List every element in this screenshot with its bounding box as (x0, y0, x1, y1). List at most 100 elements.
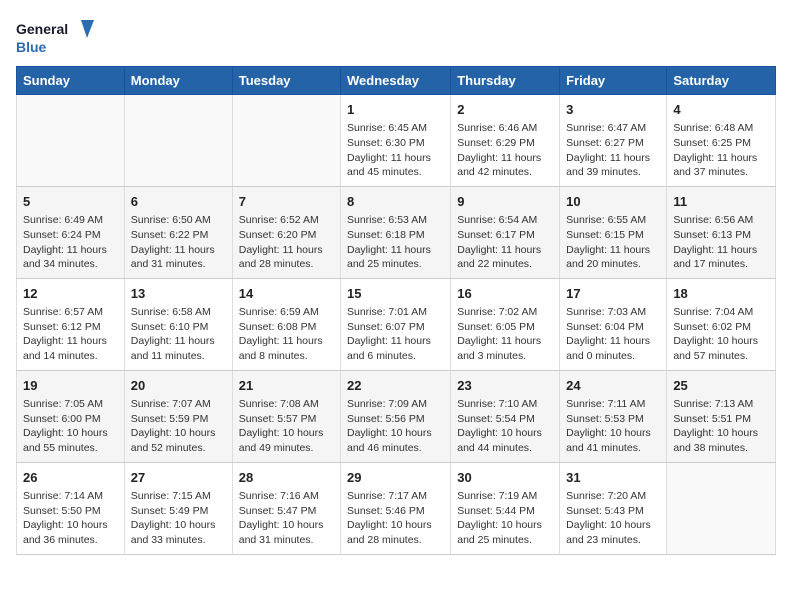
day-cell: 13 Sunrise: 6:58 AM Sunset: 6:10 PM Dayli… (124, 278, 232, 370)
day-cell: 4 Sunrise: 6:48 AM Sunset: 6:25 PM Daylig… (667, 95, 776, 187)
day-info: Sunrise: 6:58 AM Sunset: 6:10 PM Dayligh… (131, 305, 226, 364)
week-row-4: 19 Sunrise: 7:05 AM Sunset: 6:00 PM Dayli… (17, 370, 776, 462)
day-info: Sunrise: 6:52 AM Sunset: 6:20 PM Dayligh… (239, 213, 334, 272)
day-number: 16 (457, 285, 553, 303)
day-number: 12 (23, 285, 118, 303)
day-cell: 11Sunrise: 6:56 AM Sunset: 6:13 PM Dayli… (667, 186, 776, 278)
day-info: Sunrise: 6:53 AM Sunset: 6:18 PM Dayligh… (347, 213, 444, 272)
day-number: 5 (23, 193, 118, 211)
day-number: 14 (239, 285, 334, 303)
day-info: Sunrise: 7:13 AM Sunset: 5:51 PM Dayligh… (673, 397, 769, 456)
day-number: 23 (457, 377, 553, 395)
day-cell: 12 Sunrise: 6:57 AM Sunset: 6:12 PM Dayli… (17, 278, 125, 370)
day-info: Sunrise: 6:55 AM Sunset: 6:15 PM Dayligh… (566, 213, 660, 272)
day-cell: 21 Sunrise: 7:08 AM Sunset: 5:57 PM Dayli… (232, 370, 340, 462)
day-cell: 19 Sunrise: 7:05 AM Sunset: 6:00 PM Dayli… (17, 370, 125, 462)
svg-text:Blue: Blue (16, 39, 47, 55)
day-info: Sunrise: 7:02 AM Sunset: 6:05 PM Dayligh… (457, 305, 553, 364)
day-number: 9 (457, 193, 553, 211)
day-info: Sunrise: 6:49 AM Sunset: 6:24 PM Dayligh… (23, 213, 118, 272)
day-number: 11 (673, 193, 769, 211)
week-row-3: 12 Sunrise: 6:57 AM Sunset: 6:12 PM Dayli… (17, 278, 776, 370)
day-number: 22 (347, 377, 444, 395)
day-info: Sunrise: 7:10 AM Sunset: 5:54 PM Dayligh… (457, 397, 553, 456)
day-cell: 6 Sunrise: 6:50 AM Sunset: 6:22 PM Daylig… (124, 186, 232, 278)
day-info: Sunrise: 6:48 AM Sunset: 6:25 PM Dayligh… (673, 121, 769, 180)
day-cell: 7 Sunrise: 6:52 AM Sunset: 6:20 PM Daylig… (232, 186, 340, 278)
day-number: 13 (131, 285, 226, 303)
day-cell: 16 Sunrise: 7:02 AM Sunset: 6:05 PM Dayli… (451, 278, 560, 370)
day-info: Sunrise: 7:07 AM Sunset: 5:59 PM Dayligh… (131, 397, 226, 456)
column-header-monday: Monday (124, 67, 232, 95)
day-cell: 9 Sunrise: 6:54 AM Sunset: 6:17 PM Daylig… (451, 186, 560, 278)
day-info: Sunrise: 7:08 AM Sunset: 5:57 PM Dayligh… (239, 397, 334, 456)
day-cell: 31 Sunrise: 7:20 AM Sunset: 5:43 PM Dayli… (560, 462, 667, 554)
day-number: 25 (673, 377, 769, 395)
day-number: 6 (131, 193, 226, 211)
day-cell: 8 Sunrise: 6:53 AM Sunset: 6:18 PM Daylig… (341, 186, 451, 278)
week-row-1: 1 Sunrise: 6:45 AM Sunset: 6:30 PM Daylig… (17, 95, 776, 187)
day-cell: 17Sunrise: 7:03 AM Sunset: 6:04 PM Dayli… (560, 278, 667, 370)
day-number: 21 (239, 377, 334, 395)
day-cell: 22 Sunrise: 7:09 AM Sunset: 5:56 PM Dayli… (341, 370, 451, 462)
day-info: Sunrise: 7:16 AM Sunset: 5:47 PM Dayligh… (239, 489, 334, 548)
day-cell: 28 Sunrise: 7:16 AM Sunset: 5:47 PM Dayli… (232, 462, 340, 554)
page-header: GeneralBlue (16, 16, 776, 56)
column-header-saturday: Saturday (667, 67, 776, 95)
day-cell: 24 Sunrise: 7:11 AM Sunset: 5:53 PM Dayli… (560, 370, 667, 462)
day-cell: 23 Sunrise: 7:10 AM Sunset: 5:54 PM Dayli… (451, 370, 560, 462)
day-cell: 1 Sunrise: 6:45 AM Sunset: 6:30 PM Daylig… (341, 95, 451, 187)
column-header-wednesday: Wednesday (341, 67, 451, 95)
day-number: 31 (566, 469, 660, 487)
day-number: 4 (673, 101, 769, 119)
day-cell: 5 Sunrise: 6:49 AM Sunset: 6:24 PM Daylig… (17, 186, 125, 278)
day-info: Sunrise: 6:46 AM Sunset: 6:29 PM Dayligh… (457, 121, 553, 180)
day-number: 17 (566, 285, 660, 303)
day-cell (232, 95, 340, 187)
day-info: Sunrise: 6:54 AM Sunset: 6:17 PM Dayligh… (457, 213, 553, 272)
day-cell: 2 Sunrise: 6:46 AM Sunset: 6:29 PM Daylig… (451, 95, 560, 187)
day-cell: 3 Sunrise: 6:47 AM Sunset: 6:27 PM Daylig… (560, 95, 667, 187)
day-number: 8 (347, 193, 444, 211)
calendar-table: SundayMondayTuesdayWednesdayThursdayFrid… (16, 66, 776, 555)
day-info: Sunrise: 6:50 AM Sunset: 6:22 PM Dayligh… (131, 213, 226, 272)
day-number: 26 (23, 469, 118, 487)
day-info: Sunrise: 7:05 AM Sunset: 6:00 PM Dayligh… (23, 397, 118, 456)
day-number: 28 (239, 469, 334, 487)
day-number: 30 (457, 469, 553, 487)
day-info: Sunrise: 7:04 AM Sunset: 6:02 PM Dayligh… (673, 305, 769, 364)
day-info: Sunrise: 6:57 AM Sunset: 6:12 PM Dayligh… (23, 305, 118, 364)
day-cell: 14 Sunrise: 6:59 AM Sunset: 6:08 PM Dayli… (232, 278, 340, 370)
day-number: 24 (566, 377, 660, 395)
column-header-friday: Friday (560, 67, 667, 95)
day-cell (17, 95, 125, 187)
day-number: 3 (566, 101, 660, 119)
day-number: 2 (457, 101, 553, 119)
day-cell: 18 Sunrise: 7:04 AM Sunset: 6:02 PM Dayli… (667, 278, 776, 370)
day-number: 18 (673, 285, 769, 303)
day-info: Sunrise: 6:59 AM Sunset: 6:08 PM Dayligh… (239, 305, 334, 364)
column-header-sunday: Sunday (17, 67, 125, 95)
column-header-thursday: Thursday (451, 67, 560, 95)
day-number: 15 (347, 285, 444, 303)
day-info: Sunrise: 6:45 AM Sunset: 6:30 PM Dayligh… (347, 121, 444, 180)
day-number: 20 (131, 377, 226, 395)
day-info: Sunrise: 7:15 AM Sunset: 5:49 PM Dayligh… (131, 489, 226, 548)
day-number: 7 (239, 193, 334, 211)
day-number: 19 (23, 377, 118, 395)
logo: GeneralBlue (16, 16, 96, 56)
day-cell: 30Sunrise: 7:19 AM Sunset: 5:44 PM Dayli… (451, 462, 560, 554)
day-cell: 29Sunrise: 7:17 AM Sunset: 5:46 PM Dayli… (341, 462, 451, 554)
day-info: Sunrise: 7:09 AM Sunset: 5:56 PM Dayligh… (347, 397, 444, 456)
day-info: Sunrise: 7:01 AM Sunset: 6:07 PM Dayligh… (347, 305, 444, 364)
day-info: Sunrise: 6:47 AM Sunset: 6:27 PM Dayligh… (566, 121, 660, 180)
day-number: 1 (347, 101, 444, 119)
logo-icon: GeneralBlue (16, 16, 96, 56)
day-info: Sunrise: 7:20 AM Sunset: 5:43 PM Dayligh… (566, 489, 660, 548)
week-row-2: 5 Sunrise: 6:49 AM Sunset: 6:24 PM Daylig… (17, 186, 776, 278)
day-cell: 10 Sunrise: 6:55 AM Sunset: 6:15 PM Dayli… (560, 186, 667, 278)
day-number: 10 (566, 193, 660, 211)
day-cell: 20 Sunrise: 7:07 AM Sunset: 5:59 PM Dayli… (124, 370, 232, 462)
day-cell: 25 Sunrise: 7:13 AM Sunset: 5:51 PM Dayli… (667, 370, 776, 462)
day-info: Sunrise: 7:11 AM Sunset: 5:53 PM Dayligh… (566, 397, 660, 456)
